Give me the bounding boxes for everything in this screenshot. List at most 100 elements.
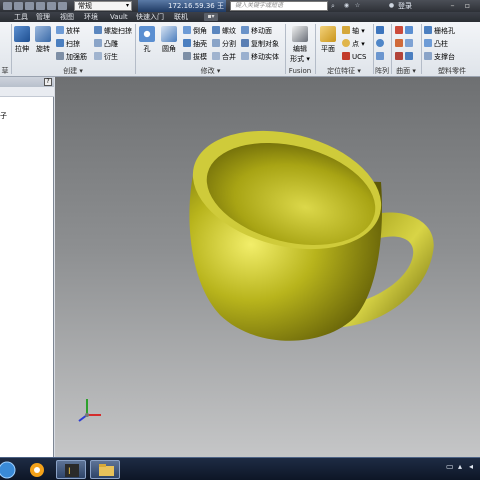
edit-form-icon xyxy=(292,26,308,42)
binoculars-icon[interactable]: ◉ xyxy=(342,2,351,10)
copy-object-label: 复制对象 xyxy=(251,40,279,48)
plane-button[interactable]: 平面 xyxy=(318,26,338,54)
graphics-viewport[interactable] xyxy=(55,77,480,457)
thicken-icon xyxy=(395,26,403,34)
thread-button[interactable]: 螺纹 xyxy=(212,26,236,36)
keyboard-icon[interactable]: ▭ xyxy=(446,462,455,471)
rectangular-pattern-button[interactable] xyxy=(376,26,386,36)
rib-button[interactable]: 加强筋 xyxy=(56,52,87,62)
point-button[interactable]: 点 ▾ xyxy=(342,39,365,49)
boss-button[interactable]: 凸柱 xyxy=(424,39,448,49)
axis-icon xyxy=(342,26,350,34)
pattern-panel-label: 阵列 xyxy=(375,67,389,75)
work-features-panel-label[interactable]: 定位特征 ▾ xyxy=(316,66,372,76)
minimize-icon[interactable]: – xyxy=(447,1,458,11)
split-button[interactable]: 分割 xyxy=(212,39,236,49)
sketch-panel-label: 草图 xyxy=(1,67,9,85)
inventor-app-icon: I xyxy=(65,464,79,477)
axis-button[interactable]: 轴 ▾ xyxy=(342,26,365,36)
chamfer-button[interactable]: 倒角 xyxy=(183,26,207,36)
split-label: 分割 xyxy=(222,40,236,48)
tab-vault[interactable]: Vault xyxy=(110,12,128,22)
rest-label: 支撑台 xyxy=(434,53,455,61)
browser-app-icon xyxy=(30,463,44,477)
browser-tree-item[interactable]: 子 xyxy=(0,111,7,121)
draft-button[interactable]: 拔模 xyxy=(183,52,207,62)
move-bodies-button[interactable]: 移动实体 xyxy=(241,52,279,62)
emboss-button[interactable]: 凸雕 xyxy=(94,39,118,49)
shell-button[interactable]: 抽壳 xyxy=(183,39,207,49)
trim-button[interactable] xyxy=(395,52,415,62)
ribbon-options-button[interactable]: ▪▾ xyxy=(204,13,218,21)
rest-button[interactable]: 支撑台 xyxy=(424,52,455,62)
redo-icon[interactable] xyxy=(47,2,56,10)
taskbar: I ▭ ▴ ◂ xyxy=(0,457,480,480)
appearance-select[interactable]: 常规 ▾ xyxy=(74,1,132,11)
window-title: 172.16.59.36 王 xyxy=(138,0,226,12)
restore-icon[interactable]: ▫ xyxy=(462,1,473,11)
derive-label: 衍生 xyxy=(104,53,118,61)
thicken-button[interactable] xyxy=(395,26,415,36)
volume-icon[interactable]: ◂ xyxy=(469,462,478,471)
save-icon[interactable] xyxy=(25,2,34,10)
ucs-button[interactable]: UCS xyxy=(342,52,366,62)
ucs-icon xyxy=(342,52,350,60)
create-panel-title: 创建 xyxy=(63,67,78,75)
sculpt-button[interactable] xyxy=(395,39,415,49)
inventor-taskbar-button[interactable]: I xyxy=(56,460,86,479)
revolve-button[interactable]: 旋转 xyxy=(34,26,52,54)
mirror-button[interactable] xyxy=(376,52,386,62)
fillet-button[interactable]: 圆角 xyxy=(159,26,179,54)
start-button[interactable] xyxy=(0,460,18,479)
open-icon[interactable] xyxy=(14,2,23,10)
search-input[interactable]: 键入关键字或短语 xyxy=(230,1,328,11)
hole-button[interactable]: 孔 xyxy=(138,26,156,54)
grill-label: 栅格孔 xyxy=(434,27,455,35)
loft-button[interactable]: 放样 xyxy=(56,26,80,36)
edit-form-button[interactable]: 编辑 形式 ▾ xyxy=(288,26,312,64)
boss-icon xyxy=(424,39,432,47)
extrude-icon xyxy=(14,26,30,42)
shell-icon xyxy=(183,39,191,47)
tab-get-started[interactable]: 快速入门 xyxy=(136,12,164,22)
network-icon[interactable]: ▴ xyxy=(458,462,467,471)
undo-icon[interactable] xyxy=(36,2,45,10)
circular-pattern-button[interactable] xyxy=(376,39,386,49)
ucs-label: UCS xyxy=(352,53,367,61)
coil-icon xyxy=(94,26,102,34)
star-icon[interactable]: ☆ xyxy=(353,2,362,10)
point-icon xyxy=(342,39,350,47)
panel-divider xyxy=(135,24,136,74)
select-icon[interactable] xyxy=(58,2,67,10)
derive-button[interactable]: 衍生 xyxy=(94,52,118,62)
tab-manage[interactable]: 管理 xyxy=(36,12,50,22)
tab-environments[interactable]: 环境 xyxy=(84,12,98,22)
grill-button[interactable]: 栅格孔 xyxy=(424,26,455,36)
draft-icon xyxy=(183,52,191,60)
browser-taskbar-button[interactable] xyxy=(26,460,48,479)
axis-label: 轴 xyxy=(352,27,359,35)
user-icon[interactable]: ● xyxy=(387,2,396,10)
new-icon[interactable] xyxy=(3,2,12,10)
move-bodies-icon xyxy=(241,52,249,60)
loft-icon xyxy=(56,26,64,34)
move-face-button[interactable]: 移动面 xyxy=(241,26,272,36)
tab-view[interactable]: 视图 xyxy=(60,12,74,22)
modify-panel-label[interactable]: 修改 ▾ xyxy=(138,66,283,76)
chamfer-label: 倒角 xyxy=(193,27,207,35)
sweep-button[interactable]: 扫掠 xyxy=(56,39,80,49)
start-orb-icon xyxy=(0,461,16,479)
combine-button[interactable]: 合并 xyxy=(212,52,236,62)
copy-object-button[interactable]: 复制对象 xyxy=(241,39,279,49)
login-button[interactable]: 登录 xyxy=(398,0,412,12)
create-panel-label[interactable]: 创建 ▾ xyxy=(13,66,133,76)
explorer-taskbar-button[interactable] xyxy=(90,460,120,479)
help-button[interactable]: ? xyxy=(44,78,52,86)
extrude-button[interactable]: 拉伸 xyxy=(13,26,31,54)
tab-tools[interactable]: 工具 xyxy=(14,12,28,22)
surface-panel-label[interactable]: 曲面 ▾ xyxy=(393,66,419,76)
tab-online[interactable]: 联机 xyxy=(174,12,188,22)
search-icon[interactable]: ⌕ xyxy=(331,2,339,10)
coil-button[interactable]: 螺旋扫掠 xyxy=(94,26,132,36)
svg-text:I: I xyxy=(68,467,71,477)
